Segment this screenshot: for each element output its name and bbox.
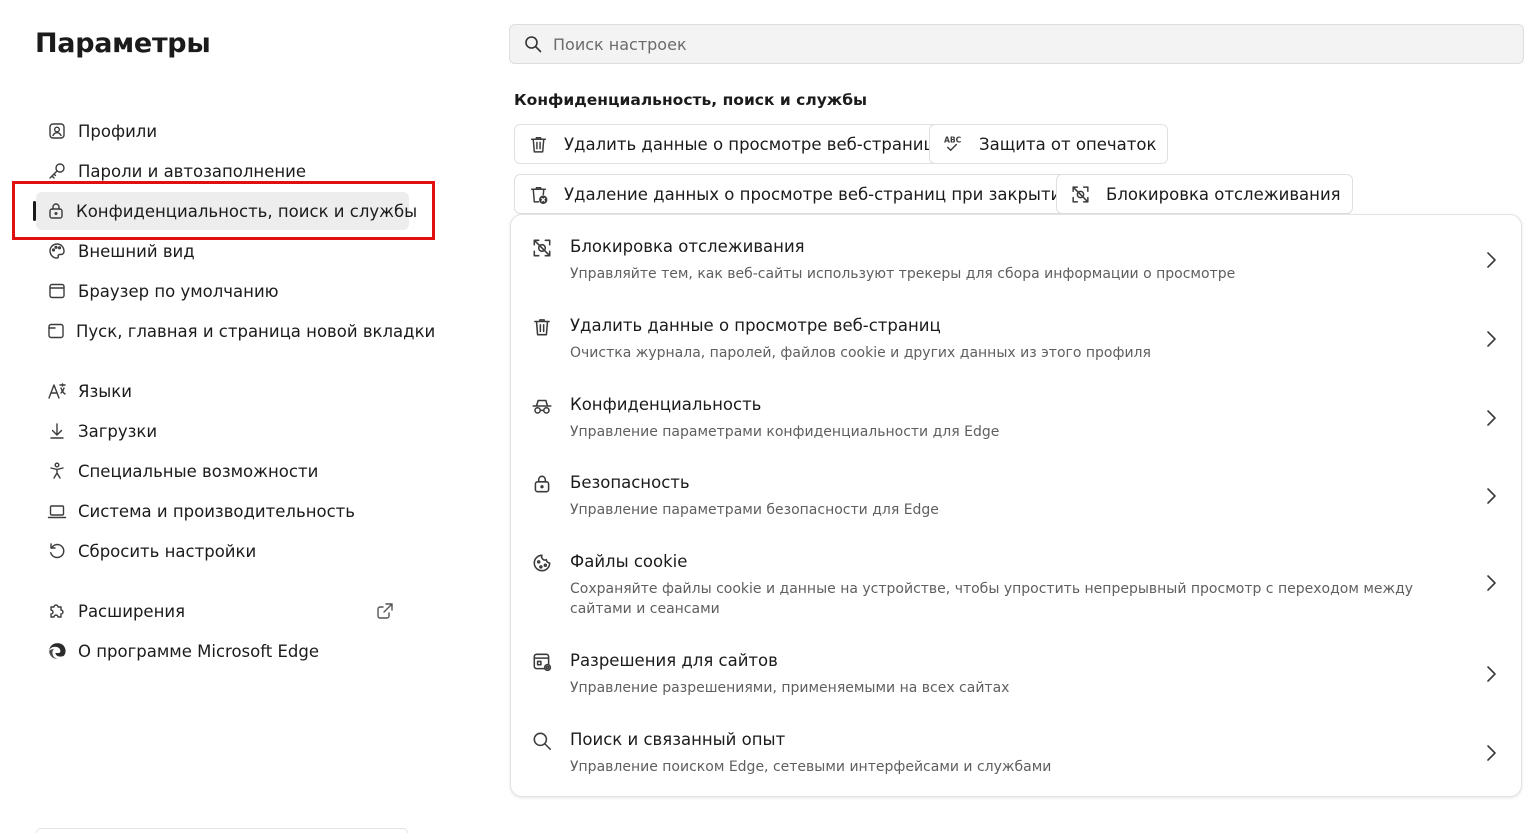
search-icon [531,730,555,754]
profile-icon [46,120,68,142]
sidebar-item-reset[interactable]: Сбросить настройки [36,532,409,570]
tracking-block-icon [1069,183,1091,205]
sidebar-item-label: Загрузки [78,421,158,441]
row-title: Поиск и связанный опыт [570,730,786,749]
row-description: Сохраняйте файлы cookie и данные на устр… [570,581,1414,617]
trash-icon [531,316,555,340]
chip-label: Удаление данных о просмотре веб-страниц … [564,184,1073,204]
search-box[interactable] [509,24,1524,64]
row-description: Управление поиском Edge, сетевыми интерф… [570,759,1052,775]
sidebar-item-label: Специальные возможности [78,461,319,481]
settings-card: Блокировка отслеживания Управляйте тем, … [510,214,1522,797]
sidebar-item-default-browser[interactable]: Браузер по умолчанию [36,272,409,310]
row-security[interactable]: Безопасность Управление параметрами безо… [511,473,1521,525]
chip-delete-on-close[interactable]: Удаление данных о просмотре веб-страниц … [514,174,1085,214]
row-description: Очистка журнала, паролей, файлов cookie … [570,345,1151,361]
chevron-right-icon [1483,328,1499,350]
sidebar-item-system[interactable]: Система и производительность [36,492,409,530]
sidebar-item-label: Языки [78,381,132,401]
sidebar-item-label: Пароли и автозаполнение [78,161,307,181]
sidebar-item-extensions[interactable]: Расширения [36,592,409,630]
search-input[interactable] [553,34,1453,54]
edge-logo-icon [46,640,68,662]
row-description: Управление параметрами безопасности для … [570,502,939,518]
row-description: Управляйте тем, как веб-сайты используют… [570,266,1236,282]
chevron-right-icon [1483,663,1499,685]
row-description: Управление разрешениями, применяемыми на… [570,680,1010,696]
row-description: Управление параметрами конфиденциальност… [570,424,1000,440]
row-title: Конфиденциальность [570,395,762,414]
row-title: Блокировка отслеживания [570,237,805,256]
sidebar-bottom-panel [36,828,408,833]
row-title: Файлы cookie [570,552,688,571]
annotation-highlight-box [12,181,435,240]
accessibility-icon [46,460,68,482]
browser-window-icon [46,280,68,302]
site-permissions-icon [531,651,555,675]
chevron-right-icon [1483,485,1499,507]
cookie-icon [531,552,555,576]
puzzle-icon [46,600,68,622]
row-title: Удалить данные о просмотре веб-страниц [570,316,941,335]
chevron-right-icon [1483,742,1499,764]
sidebar-item-downloads[interactable]: Загрузки [36,412,409,450]
sidebar-item-about[interactable]: О программе Microsoft Edge [36,632,409,670]
section-title: Конфиденциальность, поиск и службы [514,91,868,109]
sidebar-item-label: Браузер по умолчанию [78,281,279,301]
sidebar-item-label: Система и производительность [78,501,355,521]
sidebar-item-label: О программе Microsoft Edge [78,641,319,661]
spellcheck-icon: ABC [942,133,964,155]
chevron-right-icon [1483,572,1499,594]
languages-icon [46,380,68,402]
svg-text:ABC: ABC [943,135,961,144]
row-privacy[interactable]: Конфиденциальность Управление параметрам… [511,395,1521,447]
external-link-icon[interactable] [375,601,395,621]
sidebar-item-start-home[interactable]: Пуск, главная и страница новой вкладки [36,312,435,350]
chip-tracking-prevention[interactable]: Блокировка отслеживания [1056,174,1353,214]
chip-label: Защита от опечаток [979,134,1157,154]
reset-icon [46,540,68,562]
page-title: Параметры [35,28,211,59]
incognito-icon [531,395,555,419]
sidebar-item-label: Сбросить настройки [78,541,257,561]
chip-label: Блокировка отслеживания [1106,184,1341,204]
new-tab-icon [46,320,66,342]
sidebar-item-label: Расширения [78,601,186,621]
palette-icon [46,240,68,262]
key-icon [46,160,68,182]
chip-typo-protection[interactable]: ABC Защита от опечаток [929,124,1169,164]
chevron-right-icon [1483,249,1499,271]
chip-label: Удалить данные о просмотре веб-страниц [564,134,935,154]
row-delete-browsing-data[interactable]: Удалить данные о просмотре веб-страниц О… [511,316,1521,368]
row-site-permissions[interactable]: Разрешения для сайтов Управление разреше… [511,651,1521,703]
row-search-services[interactable]: Поиск и связанный опыт Управление поиско… [511,730,1521,782]
trash-close-icon [527,183,549,205]
row-title: Разрешения для сайтов [570,651,778,670]
chip-delete-browsing-data[interactable]: Удалить данные о просмотре веб-страниц [514,124,947,164]
sidebar-item-languages[interactable]: Языки [36,372,409,410]
row-tracking-prevention[interactable]: Блокировка отслеживания Управляйте тем, … [511,237,1521,289]
sidebar-item-label: Внешний вид [78,241,195,261]
row-cookies[interactable]: Файлы cookie Сохраняйте файлы cookie и д… [511,552,1521,624]
download-icon [46,420,68,442]
sidebar-item-label: Пуск, главная и страница новой вкладки [76,321,436,341]
row-title: Безопасность [570,473,690,492]
chevron-right-icon [1483,407,1499,429]
trash-icon [527,133,549,155]
search-icon [523,34,543,54]
sidebar-item-accessibility[interactable]: Специальные возможности [36,452,409,490]
laptop-icon [46,500,68,522]
tracking-block-icon [531,237,555,261]
lock-icon [531,473,555,497]
sidebar-item-label: Профили [78,121,158,141]
sidebar: Параметры Профили Пароли и автозаполнени… [0,0,440,833]
sidebar-item-profiles[interactable]: Профили [36,112,409,150]
